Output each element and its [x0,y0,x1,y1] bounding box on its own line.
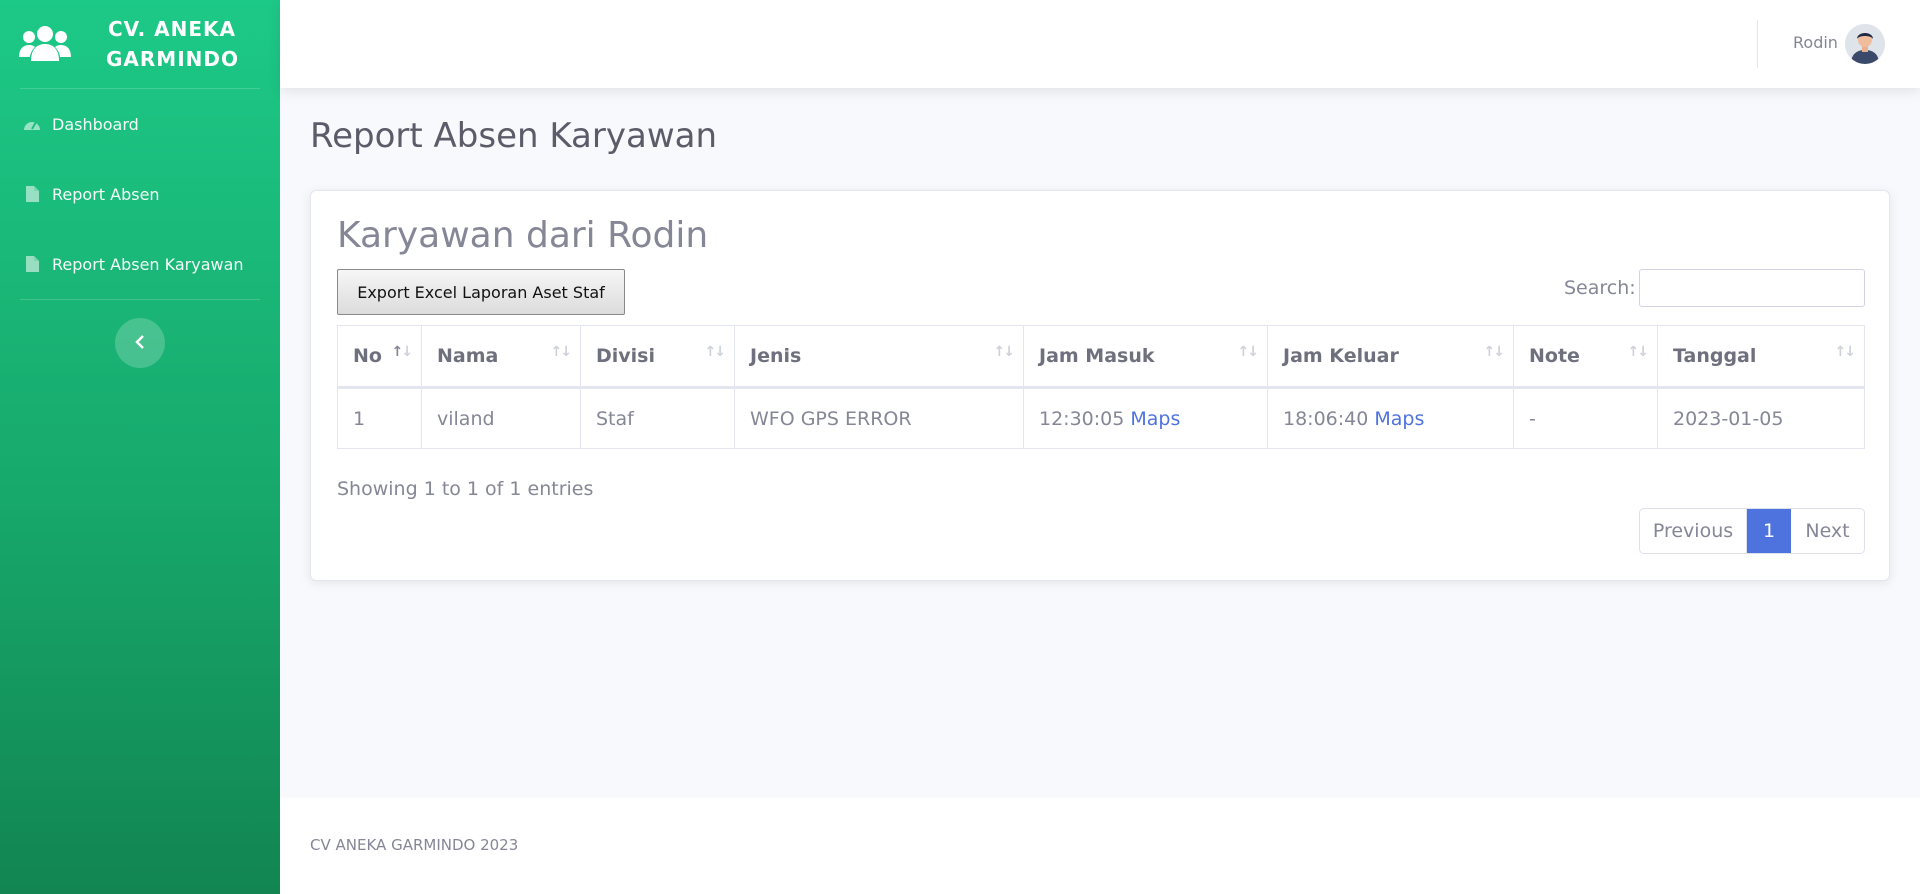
column-label: Jam Keluar [1283,345,1399,367]
search-input[interactable] [1639,269,1865,307]
user-name[interactable]: Rodin [1793,33,1838,52]
cell-divisi: Staf [580,387,735,449]
page-title: Report Absen Karyawan [310,116,718,156]
footer-copyright: CV ANEKA GARMINDO 2023 [310,836,519,854]
users-icon [18,24,72,64]
topbar: Rodin [280,0,1920,88]
brand[interactable]: CV. ANEKA GARMINDO [0,0,280,88]
previous-button[interactable]: Previous [1640,509,1747,553]
column-header-jam-masuk[interactable]: Jam Masuk ↑↓ [1023,325,1268,389]
sidebar-toggle-button[interactable] [115,318,165,368]
file-icon [22,185,42,203]
column-header-note[interactable]: Note ↑↓ [1513,325,1658,389]
sort-icon: ↑↓ [1237,344,1260,360]
attendance-table: No ↑↓ Nama ↑↓ Divisi ↑↓ Jenis ↑↓ Jam Mas… [337,325,1865,449]
cell-jam-masuk: 12:30:05 Maps [1023,387,1268,449]
cell-nama: viland [421,387,581,449]
column-label: Jenis [750,345,802,367]
column-header-tanggal[interactable]: Tanggal ↑↓ [1657,325,1865,389]
sort-icon: ↑↓ [1627,344,1650,360]
sidebar-item-dashboard[interactable]: Dashboard [0,89,280,159]
sidebar-divider [20,299,260,300]
sidebar-item-report-absen[interactable]: Report Absen [0,159,280,229]
sidebar-item-label: Report Absen [52,184,160,204]
file-icon [22,255,42,273]
next-button[interactable]: Next [1791,509,1864,553]
pagination: Previous 1 Next [1639,508,1865,554]
column-label: No [353,345,382,367]
maps-link-keluar[interactable]: Maps [1374,408,1424,430]
sidebar: CV. ANEKA GARMINDO Dashboard Report Abse… [0,0,280,894]
brand-name: CV. ANEKA GARMINDO [106,14,238,74]
sort-icon: ↑↓ [704,344,727,360]
column-header-jenis[interactable]: Jenis ↑↓ [734,325,1024,389]
column-header-divisi[interactable]: Divisi ↑↓ [580,325,735,389]
table-header-row: No ↑↓ Nama ↑↓ Divisi ↑↓ Jenis ↑↓ Jam Mas… [337,325,1865,389]
sort-icon: ↑↓ [1834,344,1857,360]
column-header-nama[interactable]: Nama ↑↓ [421,325,581,389]
footer: CV ANEKA GARMINDO 2023 [280,798,1920,894]
cell-tanggal: 2023-01-05 [1657,387,1865,449]
table-info: Showing 1 to 1 of 1 entries [337,478,594,500]
search-label: Search: [1564,277,1636,299]
report-card: Karyawan dari Rodin Export Excel Laporan… [310,190,1890,581]
sidebar-item-label: Dashboard [52,114,139,134]
brand-line-1: CV. ANEKA [108,17,236,41]
sort-icon: ↑↓ [1483,344,1506,360]
export-excel-button[interactable]: Export Excel Laporan Aset Staf [337,269,625,315]
sort-asc-icon: ↑↓ [391,344,414,360]
column-label: Note [1529,345,1580,367]
column-header-jam-keluar[interactable]: Jam Keluar ↑↓ [1267,325,1514,389]
page-1-button[interactable]: 1 [1747,509,1791,553]
user-avatar[interactable] [1845,24,1885,64]
cell-no: 1 [337,387,422,449]
column-label: Divisi [596,345,656,367]
maps-link-masuk[interactable]: Maps [1130,408,1180,430]
tachometer-icon [22,115,42,133]
sort-icon: ↑↓ [550,344,573,360]
sidebar-item-label: Report Absen Karyawan [52,254,244,274]
sidebar-item-report-absen-karyawan[interactable]: Report Absen Karyawan [0,229,280,299]
chevron-left-icon [135,334,145,353]
column-header-no[interactable]: No ↑↓ [337,325,422,389]
brand-line-2: GARMINDO [106,47,239,71]
cell-jenis: WFO GPS ERROR [734,387,1024,449]
column-label: Jam Masuk [1039,345,1155,367]
sort-icon: ↑↓ [993,344,1016,360]
card-title: Karyawan dari Rodin [337,215,709,256]
column-label: Tanggal [1673,345,1757,367]
column-label: Nama [437,345,499,367]
jam-keluar-time: 18:06:40 [1283,407,1369,430]
topbar-divider [1757,20,1758,68]
cell-note: - [1513,387,1658,449]
cell-jam-keluar: 18:06:40 Maps [1267,387,1514,449]
jam-masuk-time: 12:30:05 [1039,407,1125,430]
table-row: 1 viland Staf WFO GPS ERROR 12:30:05 Map… [337,387,1865,449]
